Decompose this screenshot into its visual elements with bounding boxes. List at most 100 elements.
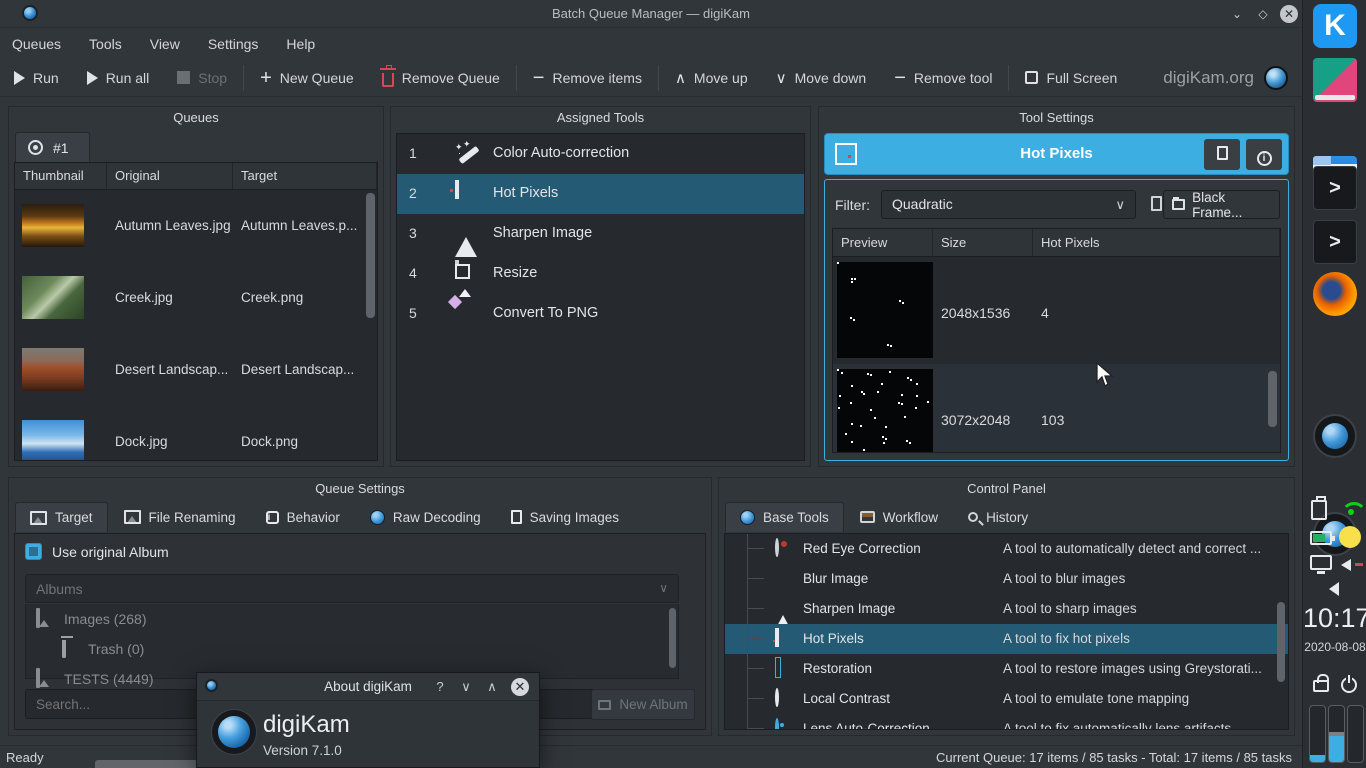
- firefox-icon[interactable]: [1313, 272, 1357, 316]
- maximize-button[interactable]: ◇: [1254, 5, 1272, 23]
- assigned-tool-convert-to-png[interactable]: 5 Convert To PNG: [397, 294, 804, 334]
- base-tool-red-eye-correction[interactable]: Red Eye Correction A tool to automatical…: [725, 534, 1288, 564]
- base-tool-lens-auto-correction[interactable]: Lens Auto-Correction A tool to fix autom…: [725, 714, 1288, 730]
- move-down-button[interactable]: ∨Move down: [762, 59, 881, 96]
- save-preset-button[interactable]: [1204, 139, 1240, 170]
- new-album-button[interactable]: New Album: [591, 689, 695, 720]
- checkbox-checked-icon[interactable]: [25, 543, 42, 560]
- base-tool-blur-image[interactable]: Blur Image A tool to blur images: [725, 564, 1288, 594]
- queue-items-table: Thumbnail Original Target Autumn Leaves.…: [14, 162, 378, 461]
- queue-tab-1[interactable]: #1: [15, 132, 90, 162]
- base-tool-sharpen-image[interactable]: Sharpen Image A tool to sharp images: [725, 594, 1288, 624]
- base-tools-scrollbar[interactable]: [1277, 602, 1285, 682]
- column-hot-pixels[interactable]: Hot Pixels: [1033, 229, 1280, 256]
- filter-select[interactable]: Quadratic ∨: [881, 190, 1136, 219]
- tab-base-tools[interactable]: Base Tools: [725, 502, 844, 532]
- column-thumbnail[interactable]: Thumbnail: [15, 163, 107, 189]
- base-tools-list: Red Eye Correction A tool to automatical…: [724, 533, 1289, 730]
- column-size[interactable]: Size: [933, 229, 1033, 256]
- queue-row-autumn[interactable]: Autumn Leaves.jpg Autumn Leaves.p...: [15, 190, 377, 262]
- run-all-button[interactable]: Run all: [73, 59, 164, 96]
- date[interactable]: 2020-08-08: [1303, 640, 1366, 654]
- tab-behavior[interactable]: iBehavior: [252, 502, 354, 532]
- tab-saving-images[interactable]: Saving Images: [497, 502, 633, 532]
- black-frame-row-1[interactable]: 2048x1536 4: [833, 257, 1280, 364]
- minimize-button[interactable]: ∨: [457, 678, 475, 696]
- display-icon[interactable]: [1310, 553, 1332, 575]
- assigned-tool-sharpen-image[interactable]: 3 Sharpen Image: [397, 214, 804, 254]
- use-original-album-row[interactable]: Use original Album: [25, 543, 169, 560]
- assigned-tool-color-auto-correction[interactable]: 1 ✦✦· Color Auto-correction: [397, 134, 804, 174]
- black-frame-button[interactable]: Black Frame...: [1163, 190, 1280, 219]
- remove-items-button[interactable]: −Remove items: [519, 59, 656, 96]
- hot-pixels-table: Preview Size Hot Pixels 2048x1536 4 3072…: [832, 228, 1281, 453]
- album-icon: [36, 668, 40, 688]
- black-frame-row-2[interactable]: 3072x2048 103: [833, 364, 1280, 453]
- document-icon[interactable]: [1151, 196, 1162, 211]
- tool-settings-panel: Tool Settings Hot Pixels i Filter: Quadr…: [818, 106, 1295, 467]
- close-icon[interactable]: ✕: [511, 678, 529, 696]
- album-item-trash[interactable]: Trash (0): [26, 634, 678, 664]
- queue-row-desert[interactable]: Desert Landscap... Desert Landscap...: [15, 334, 377, 406]
- tray-expander-icon[interactable]: [1329, 582, 1351, 604]
- meter-bar-1: [1309, 705, 1326, 763]
- run-button[interactable]: Run: [0, 59, 73, 96]
- lock-screen-icon[interactable]: [1313, 672, 1335, 694]
- maximize-button[interactable]: ∧: [483, 678, 501, 696]
- tab-history[interactable]: History: [954, 502, 1042, 532]
- battery-icon[interactable]: [1310, 528, 1332, 550]
- close-button[interactable]: ✕: [1280, 5, 1298, 23]
- move-up-button[interactable]: ∧Move up: [661, 59, 762, 96]
- tab-file-renaming[interactable]: File Renaming: [110, 502, 250, 532]
- display-settings-icon[interactable]: [1313, 58, 1357, 102]
- hot-pixels-scrollbar[interactable]: [1268, 371, 1277, 427]
- wifi-icon[interactable]: [1341, 502, 1363, 524]
- queue-row-creek[interactable]: Creek.jpg Creek.png: [15, 262, 377, 334]
- tool-settings-title: Tool Settings: [819, 107, 1294, 129]
- help-button[interactable]: ?: [431, 678, 449, 696]
- queues-scrollbar[interactable]: [366, 193, 375, 318]
- column-original[interactable]: Original: [107, 163, 233, 189]
- minimize-button[interactable]: ⌄: [1228, 5, 1246, 23]
- tab-workflow[interactable]: Workflow: [846, 502, 952, 532]
- menu-help[interactable]: Help: [286, 36, 315, 52]
- clock[interactable]: 10:17: [1303, 603, 1366, 634]
- kde-launcher-icon[interactable]: K: [1313, 4, 1357, 48]
- resize-icon: [455, 260, 459, 279]
- column-preview[interactable]: Preview: [833, 229, 933, 256]
- column-target[interactable]: Target: [233, 163, 377, 189]
- albums-combobox[interactable]: Albums ∨: [25, 574, 679, 603]
- stop-button[interactable]: Stop: [163, 59, 241, 96]
- tool-info-button[interactable]: i: [1246, 139, 1282, 170]
- digikam-dock-icon[interactable]: [1313, 414, 1357, 458]
- digikam-org-link[interactable]: digiKam.org: [1163, 66, 1302, 90]
- remove-tool-button[interactable]: −Remove tool: [880, 59, 1006, 96]
- menu-tools[interactable]: Tools: [89, 36, 122, 52]
- tab-target[interactable]: Target: [15, 502, 108, 532]
- menu-view[interactable]: View: [150, 36, 180, 52]
- dialog-title-bar: About digiKam ? ∨ ∧ ✕: [197, 673, 539, 701]
- usb-device-icon[interactable]: [1311, 500, 1333, 522]
- power-icon[interactable]: [1341, 674, 1363, 696]
- queue-row-dock[interactable]: Dock.jpg Dock.png: [15, 406, 377, 461]
- tool-label: Convert To PNG: [493, 305, 598, 321]
- hot-pixels-icon: [775, 628, 779, 647]
- terminal-icon[interactable]: >: [1313, 220, 1357, 264]
- brightness-icon[interactable]: [1339, 526, 1361, 548]
- terminal-icon[interactable]: >: [1313, 166, 1357, 210]
- full-screen-button[interactable]: Full Screen: [1011, 59, 1131, 96]
- volume-muted-icon[interactable]: [1341, 555, 1363, 577]
- assigned-tool-hot-pixels[interactable]: 2 Hot Pixels: [397, 174, 804, 214]
- album-list-scrollbar[interactable]: [669, 608, 676, 668]
- menu-settings[interactable]: Settings: [208, 36, 259, 52]
- menu-queues[interactable]: Queues: [12, 36, 61, 52]
- album-item-images[interactable]: Images (268): [26, 604, 678, 634]
- base-tool-hot-pixels[interactable]: Hot Pixels A tool to fix hot pixels: [725, 624, 1288, 654]
- base-tool-restoration[interactable]: Restoration A tool to restore images usi…: [725, 654, 1288, 684]
- new-queue-button[interactable]: +New Queue: [246, 59, 368, 96]
- assigned-tool-resize[interactable]: 4 Resize: [397, 254, 804, 294]
- toolbar-separator: [243, 65, 244, 91]
- base-tool-local-contrast[interactable]: Local Contrast A tool to emulate tone ma…: [725, 684, 1288, 714]
- tab-raw-decoding[interactable]: Raw Decoding: [356, 502, 495, 532]
- remove-queue-button[interactable]: Remove Queue: [368, 59, 514, 96]
